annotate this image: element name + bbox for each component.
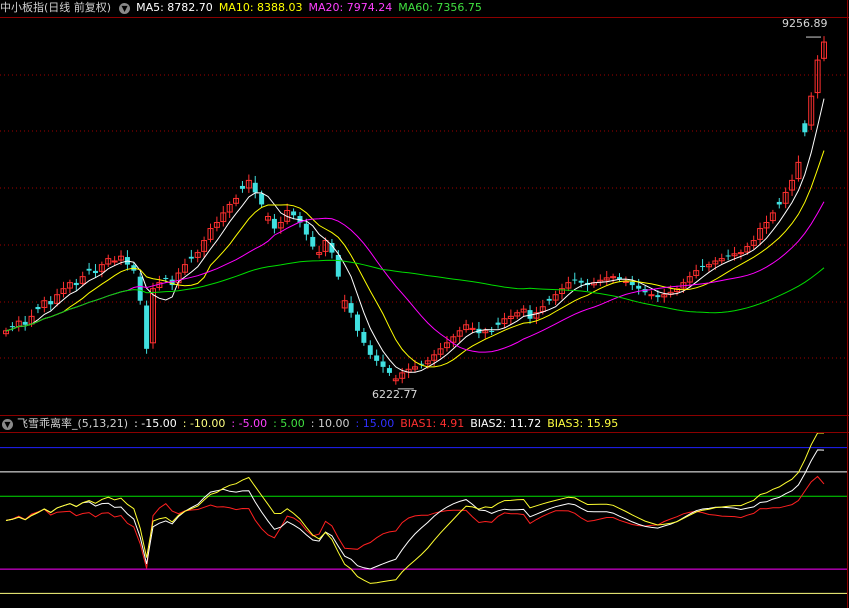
candle-body — [35, 306, 41, 310]
candle-body — [489, 330, 495, 332]
low-price-label: 6222.77 — [372, 388, 418, 401]
chevron-down-icon[interactable]: ▼ — [2, 418, 13, 430]
high-price-label: 9256.89 — [782, 17, 828, 30]
indicator-name: 飞雪乖离率_ — [17, 417, 78, 430]
candle-body — [354, 314, 360, 331]
candle-body — [144, 305, 150, 349]
indicator-params: (5,13,21) — [77, 417, 129, 430]
candle-body — [578, 280, 584, 283]
candle-body — [700, 265, 706, 268]
ma60-label: MA60: 7356.75 — [398, 1, 482, 14]
candle-body — [22, 321, 28, 325]
bias2-line — [5, 449, 825, 570]
candle-body — [380, 361, 386, 367]
hline-m5: : -5.00 — [231, 417, 268, 430]
hline-5: : 5.00 — [273, 417, 305, 430]
ma20-label: MA20: 7974.24 — [308, 1, 393, 14]
ma20-line — [5, 201, 825, 353]
candle-body — [252, 182, 258, 193]
ma60-line — [5, 259, 825, 332]
candle-body — [622, 280, 629, 283]
candle-body — [776, 201, 782, 205]
candle-body — [335, 254, 341, 277]
main-candlestick-chart[interactable] — [0, 18, 847, 415]
candle-body — [9, 326, 15, 328]
chart-window: { "main": { "title": "中小板指(日线 前复权)", "ma… — [0, 0, 849, 608]
candle-body — [655, 295, 661, 298]
candle-body — [291, 211, 297, 216]
candle-body — [725, 255, 731, 257]
candle-body — [239, 185, 245, 189]
candle-body — [374, 355, 380, 361]
candle-body — [92, 270, 98, 274]
candle-body — [48, 301, 54, 305]
bias1-line — [5, 475, 825, 569]
candle-body — [111, 260, 118, 263]
bias1-label: BIAS1: 4.91 — [400, 417, 465, 430]
chevron-down-icon[interactable]: ▼ — [119, 2, 131, 14]
candle-body — [361, 331, 367, 343]
bias3-line — [5, 433, 824, 584]
candle-body — [271, 218, 277, 229]
hline-m15: : -15.00 — [134, 417, 177, 430]
bias3-label: BIAS3: 15.95 — [547, 417, 619, 430]
candle-body — [259, 193, 265, 205]
hline-15: : 15.00 — [355, 417, 395, 430]
bias2-label: BIAS2: 11.72 — [470, 417, 542, 430]
candle-body — [636, 285, 642, 289]
candle-body — [572, 279, 578, 281]
candle-body — [386, 368, 392, 373]
ma10-label: MA10: 8388.03 — [218, 1, 303, 14]
candle-body — [648, 294, 655, 297]
candle-body — [163, 277, 169, 280]
hline-m10: : -10.00 — [182, 417, 226, 430]
main-title: 中小板指(日线 前复权) — [0, 1, 112, 14]
ma5-label: MA5: 8782.70 — [136, 1, 213, 14]
ma5-line — [5, 98, 825, 373]
candle-body — [495, 322, 501, 325]
hline-10: : 10.00 — [310, 417, 350, 430]
candle-body — [310, 236, 316, 247]
candle-body — [546, 298, 552, 301]
main-legend: 中小板指(日线 前复权) ▼ MA5: 8782.70 MA10: 8388.03 MA… — [0, 0, 488, 16]
candle-body — [367, 345, 373, 355]
candle-body — [629, 281, 635, 286]
candle-body — [802, 123, 808, 133]
sub-legend: ▼ 飞雪乖离率_(5,13,21) : -15.00 : -10.00 : -5.00:… — [0, 416, 624, 432]
candle-body — [137, 276, 143, 301]
bias-indicator-chart[interactable] — [0, 433, 847, 608]
candle-body — [73, 282, 79, 286]
candle-body — [188, 256, 194, 259]
candle-body — [86, 268, 92, 271]
candle-body — [348, 303, 354, 313]
candle-body — [303, 223, 309, 235]
